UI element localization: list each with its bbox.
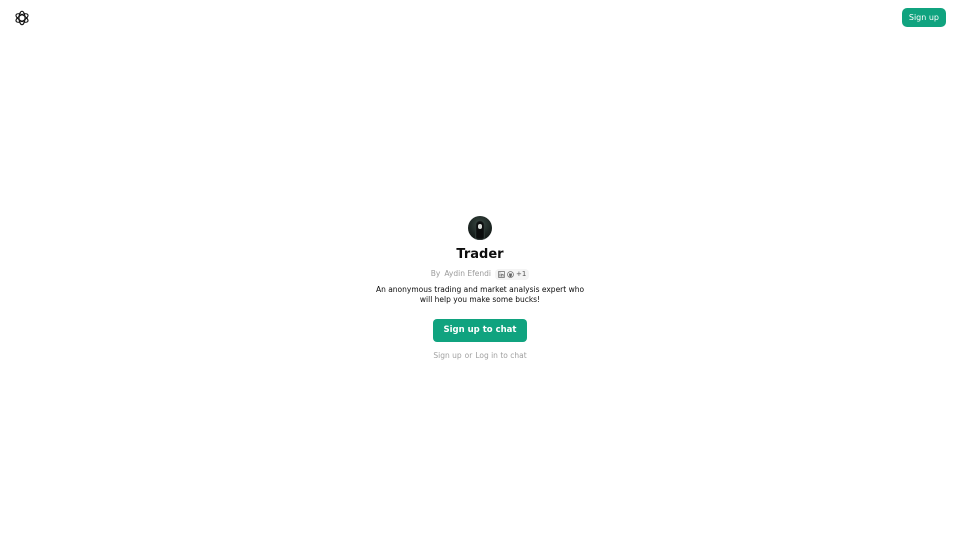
social-links[interactable]: +1 bbox=[494, 268, 530, 280]
auth-links: Sign up or Log in to chat bbox=[433, 350, 526, 361]
login-link[interactable]: Log in to chat bbox=[475, 350, 526, 361]
header-signup-button[interactable]: Sign up bbox=[901, 8, 946, 27]
avatar-figure bbox=[475, 220, 485, 240]
social-extra-count[interactable]: +1 bbox=[516, 268, 526, 280]
openai-logo-icon[interactable] bbox=[13, 9, 31, 27]
linkedin-icon[interactable] bbox=[497, 270, 505, 278]
page: Sign up Trader By Aydin Efendi +1 An ano… bbox=[0, 0, 960, 540]
auth-separator: or bbox=[464, 351, 473, 360]
gpt-card: Trader By Aydin Efendi +1 An anonymous t… bbox=[0, 216, 960, 361]
author-name: Aydin Efendi bbox=[444, 269, 491, 278]
byline: By Aydin Efendi +1 bbox=[431, 268, 530, 280]
github-icon[interactable] bbox=[507, 270, 514, 278]
signup-link[interactable]: Sign up bbox=[433, 350, 461, 361]
byline-prefix: By bbox=[430, 269, 441, 278]
signup-to-chat-button[interactable]: Sign up to chat bbox=[432, 319, 528, 342]
avatar-face bbox=[478, 224, 482, 229]
trader-avatar-image bbox=[468, 216, 492, 240]
gpt-title: Trader bbox=[456, 247, 504, 262]
gpt-description: An anonymous trading and market analysis… bbox=[375, 285, 585, 304]
